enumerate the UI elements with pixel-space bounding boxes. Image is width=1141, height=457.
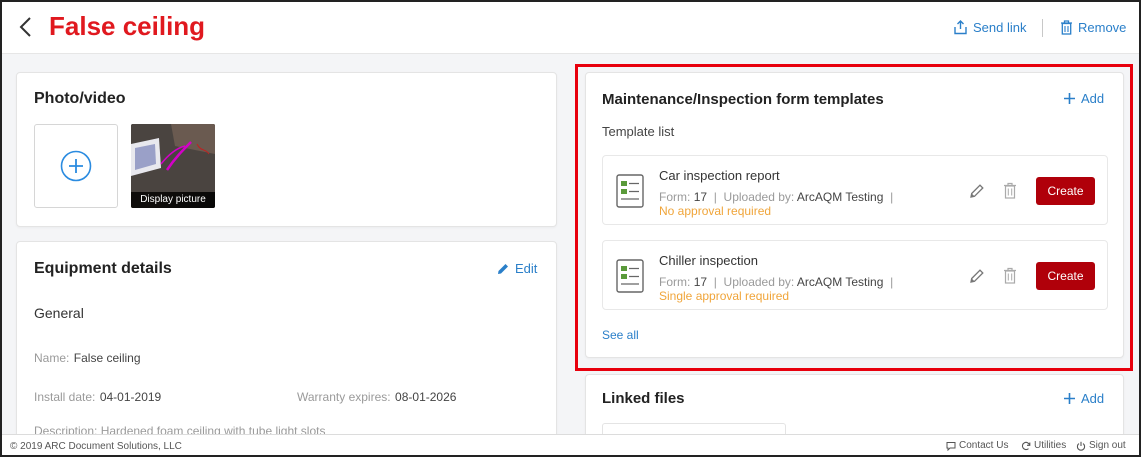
equipment-details-title: Equipment details <box>34 260 172 277</box>
photo-video-title: Photo/video <box>34 90 126 107</box>
edit-label: Edit <box>515 261 538 276</box>
form-value: 17 <box>693 275 708 289</box>
photo-video-card: Photo/video Display picture <box>16 72 557 227</box>
meta-separator: | <box>886 190 894 204</box>
uploaded-by-value: ArcAQM Testing <box>796 190 884 204</box>
create-button[interactable]: Create <box>1036 262 1095 290</box>
see-all-link[interactable]: See all <box>602 328 639 342</box>
photo-image <box>131 124 215 192</box>
template-item-car-inspection[interactable]: Car inspection report Form: 17 | Uploade… <box>602 155 1108 225</box>
add-template-button[interactable]: Add <box>1064 91 1104 106</box>
form-label: Form: <box>659 275 691 289</box>
copyright-text: © 2019 ARC Document Solutions, LLC <box>10 441 182 452</box>
plus-icon <box>1064 393 1075 404</box>
name-value: False ceiling <box>73 351 141 365</box>
add-linked-file-button[interactable]: Add <box>1064 391 1104 406</box>
equipment-details-card: Equipment details Edit General Name: Fal… <box>16 241 557 441</box>
power-icon <box>1076 441 1086 451</box>
add-linked-file-label: Add <box>1081 391 1105 406</box>
contact-us-label: Contact Us <box>959 440 1009 451</box>
warranty-value: 08-01-2026 <box>395 390 457 404</box>
form-document-icon <box>616 259 644 293</box>
warranty-row: Warranty expires: 08-01-2026 <box>297 388 456 406</box>
chevron-left-icon[interactable] <box>16 14 36 40</box>
plus-circle-icon <box>60 150 92 182</box>
template-list-label: Template list <box>602 124 675 139</box>
form-templates-title: Maintenance/Inspection form templates <box>602 91 884 108</box>
header-divider <box>1042 19 1043 37</box>
pencil-icon[interactable] <box>969 183 985 199</box>
install-date-label: Install date: <box>34 390 96 404</box>
send-link-button[interactable]: Send link <box>953 20 1026 35</box>
form-value: 17 <box>693 190 708 204</box>
template-meta: Form: 17 | Uploaded by: ArcAQM Testing | <box>659 275 893 289</box>
form-document-icon <box>616 174 644 208</box>
plus-icon <box>1064 93 1075 104</box>
template-meta: Form: 17 | Uploaded by: ArcAQM Testing | <box>659 190 893 204</box>
share-icon <box>954 20 967 35</box>
template-item-chiller-inspection[interactable]: Chiller inspection Form: 17 | Uploaded b… <box>602 240 1108 310</box>
thumbnail-caption: Display picture <box>131 192 215 208</box>
uploaded-by-label: Uploaded by: <box>723 190 795 204</box>
page-header: False ceiling Send link Remove <box>2 2 1139 54</box>
page-title: False ceiling <box>49 11 206 41</box>
app-frame: False ceiling Send link Remove Photo/vid… <box>0 0 1141 457</box>
create-button[interactable]: Create <box>1036 177 1095 205</box>
template-name: Chiller inspection <box>659 253 758 268</box>
trash-icon[interactable] <box>1003 182 1017 199</box>
pencil-icon <box>498 263 508 274</box>
contact-us-link[interactable]: Contact Us <box>946 440 1008 451</box>
meta-separator: | <box>710 190 721 204</box>
add-photo-tile[interactable] <box>34 124 118 208</box>
form-label: Form: <box>659 190 691 204</box>
approval-status: No approval required <box>659 204 772 218</box>
name-label: Name: <box>34 351 70 365</box>
sign-out-label: Sign out <box>1089 440 1126 451</box>
utilities-link[interactable]: Utilities <box>1021 440 1066 451</box>
equipment-name-row: Name: False ceiling <box>34 349 141 367</box>
meta-separator: | <box>886 275 894 289</box>
template-name: Car inspection report <box>659 168 780 183</box>
photo-thumbnail[interactable]: Display picture <box>131 124 215 208</box>
remove-label: Remove <box>1078 20 1127 35</box>
send-link-label: Send link <box>973 20 1027 35</box>
pencil-icon[interactable] <box>969 268 985 284</box>
general-section-heading: General <box>34 305 84 321</box>
install-date-value: 04-01-2019 <box>99 390 162 404</box>
linked-files-title: Linked files <box>602 390 685 407</box>
trash-icon <box>1061 20 1072 35</box>
refresh-icon <box>1021 441 1031 450</box>
chat-icon <box>946 441 956 451</box>
footer: © 2019 ARC Document Solutions, LLC Conta… <box>2 434 1139 455</box>
install-date-row: Install date: 04-01-2019 <box>34 388 161 406</box>
edit-equipment-button[interactable]: Edit <box>497 261 537 276</box>
uploaded-by-value: ArcAQM Testing <box>796 275 884 289</box>
warranty-label: Warranty expires: <box>297 390 391 404</box>
meta-separator: | <box>710 275 721 289</box>
approval-status: Single approval required <box>659 289 790 303</box>
uploaded-by-label: Uploaded by: <box>723 275 795 289</box>
remove-button[interactable]: Remove <box>1060 20 1126 35</box>
trash-icon[interactable] <box>1003 267 1017 284</box>
utilities-label: Utilities <box>1034 440 1067 451</box>
add-template-label: Add <box>1081 91 1105 106</box>
form-templates-card: Maintenance/Inspection form templates Ad… <box>585 72 1124 358</box>
sign-out-link[interactable]: Sign out <box>1076 440 1126 451</box>
